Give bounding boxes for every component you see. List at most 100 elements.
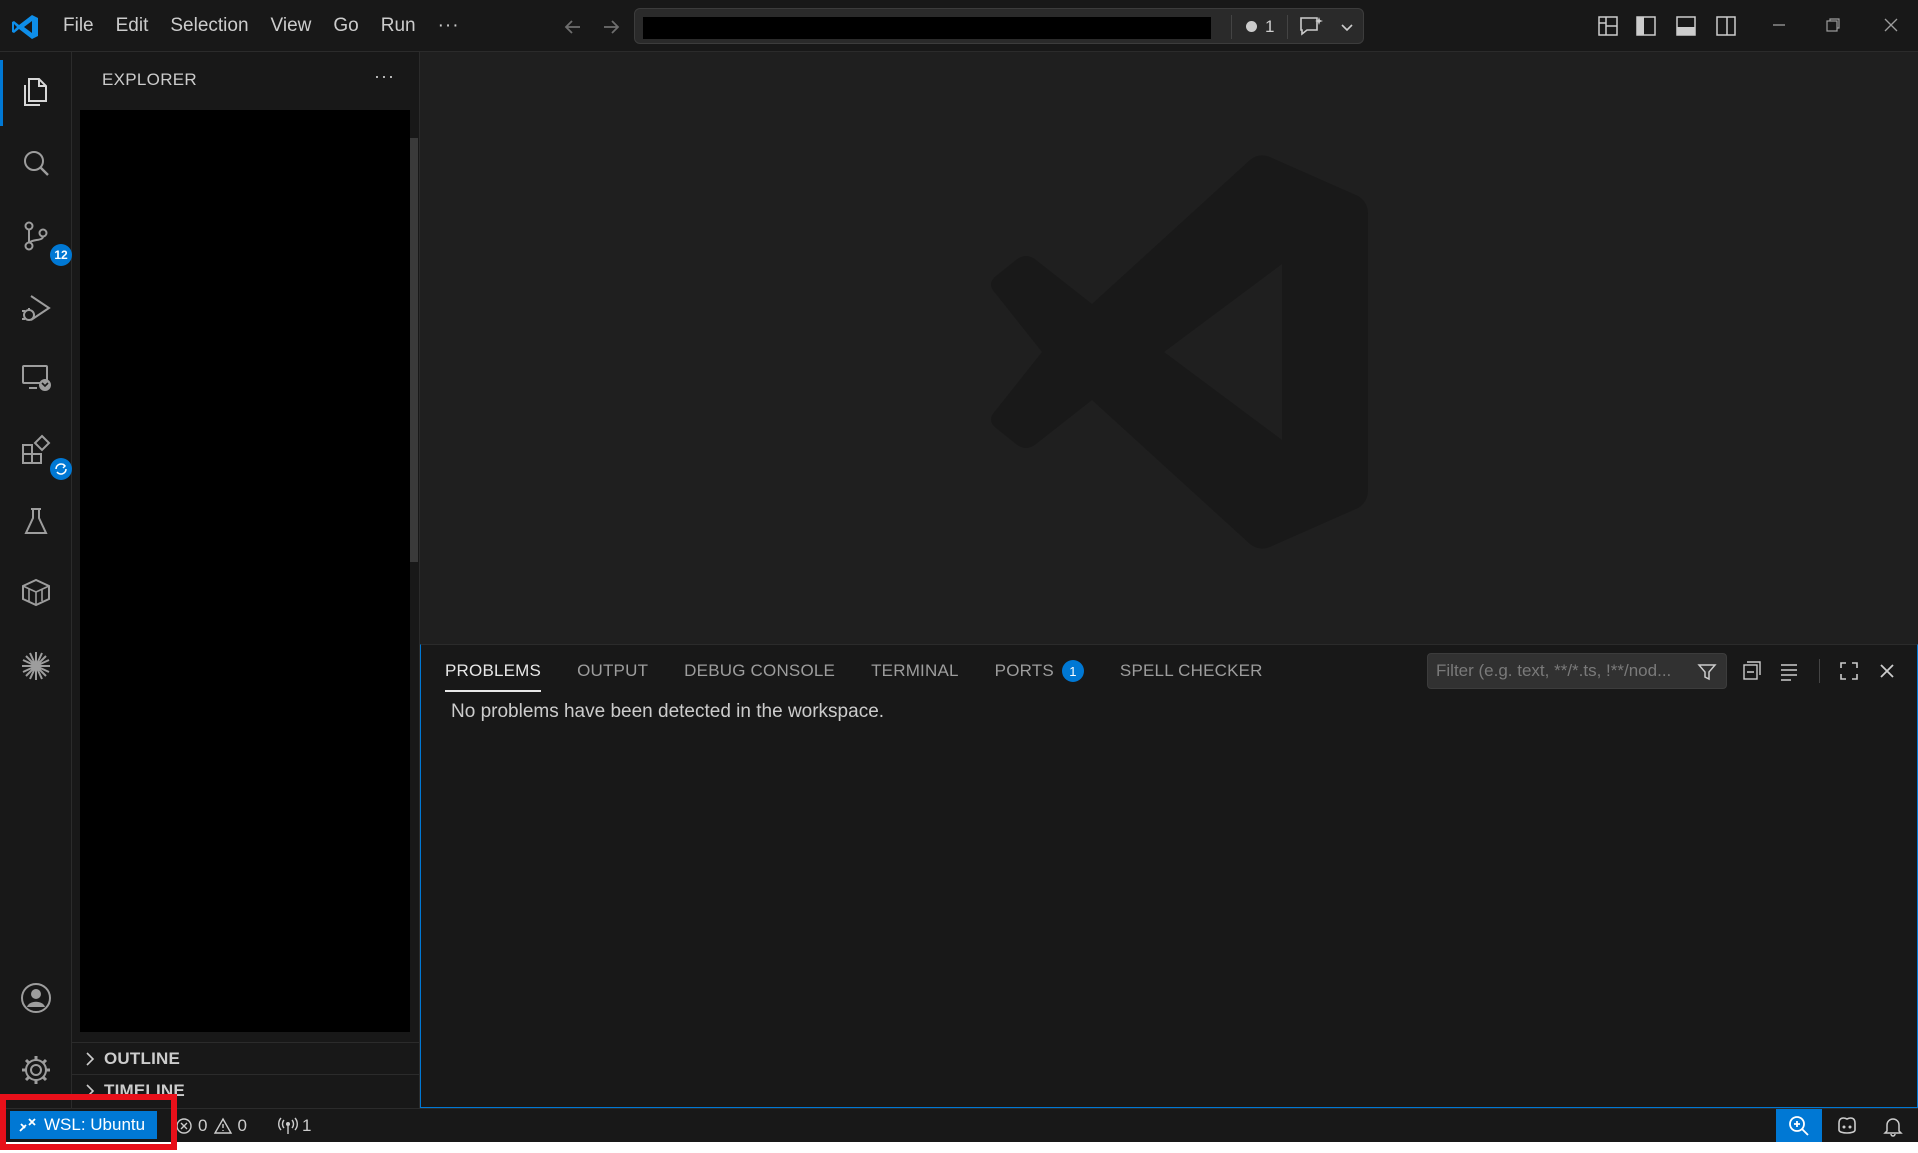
vscode-watermark-logo: [991, 155, 1368, 549]
error-icon: [176, 1118, 192, 1134]
sidebar-scrollbar[interactable]: [410, 138, 418, 562]
outline-section-header[interactable]: OUTLINE: [72, 1042, 420, 1074]
active-indicator: [0, 60, 3, 126]
copilot-icon[interactable]: [1834, 1114, 1860, 1138]
menu-go[interactable]: Go: [322, 9, 369, 43]
scm-count-badge: 12: [50, 244, 72, 266]
copilot-chat-icon[interactable]: [1297, 14, 1325, 40]
ai-assistant-activity[interactable]: [14, 644, 58, 688]
close-window-icon[interactable]: [1880, 14, 1902, 36]
panel-tab-bar: PROBLEMS OUTPUT DEBUG CONSOLE TERMINAL P…: [421, 645, 1299, 697]
problems-filter-input[interactable]: [1436, 660, 1686, 682]
problems-status[interactable]: 0 0: [174, 1113, 247, 1139]
tab-spell-checker[interactable]: SPELL CHECKER: [1120, 655, 1263, 687]
timeline-section-header[interactable]: TIMELINE: [72, 1074, 420, 1106]
status-bar: WSL: Ubuntu 0 0 1: [0, 1108, 1918, 1142]
explorer-sidebar: EXPLORER ··· OUTLINE TIMELINE: [72, 52, 420, 1108]
chevron-right-icon: [86, 1083, 95, 1098]
redacted-search-text: [643, 17, 1211, 39]
back-arrow-icon[interactable]: [560, 14, 586, 40]
testing-activity[interactable]: [14, 500, 58, 544]
filter-icon[interactable]: [1696, 661, 1718, 683]
remote-explorer-activity[interactable]: [14, 356, 58, 400]
account-icon: [21, 983, 51, 1013]
view-as-tree-icon[interactable]: [1777, 659, 1801, 683]
tab-ports-label: PORTS: [994, 661, 1054, 680]
divider: [1231, 15, 1232, 39]
tab-problems[interactable]: PROBLEMS: [445, 655, 542, 692]
run-debug-activity[interactable]: [14, 286, 58, 330]
run-debug-icon: [22, 295, 51, 321]
menu-file[interactable]: File: [52, 9, 105, 43]
forward-arrow-icon[interactable]: [598, 14, 624, 40]
remote-indicator-button[interactable]: WSL: Ubuntu: [10, 1111, 158, 1139]
zoom-status-button[interactable]: [1776, 1109, 1822, 1142]
forwarded-ports-status[interactable]: 1: [278, 1113, 311, 1139]
ports-count-badge: 1: [1061, 660, 1084, 682]
tab-output[interactable]: OUTPUT: [577, 655, 648, 687]
vscode-logo-icon: [12, 15, 38, 39]
unsaved-count: 1: [1265, 17, 1275, 36]
chevron-right-icon: [86, 1051, 95, 1066]
minimize-icon[interactable]: [1768, 14, 1790, 36]
toggle-primary-sidebar-icon[interactable]: [1634, 14, 1658, 38]
unsaved-dot-icon: [1246, 21, 1257, 32]
command-center[interactable]: 1: [634, 8, 1364, 44]
extensions-activity[interactable]: [14, 428, 72, 480]
outline-label: OUTLINE: [104, 1048, 181, 1068]
manage-activity[interactable]: [14, 1048, 58, 1092]
source-control-activity[interactable]: 12: [14, 214, 72, 266]
sidebar-title: EXPLORER: [102, 70, 197, 89]
extensions-sync-badge: [50, 458, 72, 480]
gear-icon: [22, 1056, 50, 1084]
broadcast-icon: [278, 1117, 298, 1134]
zoom-in-icon: [1789, 1116, 1809, 1136]
title-bar: File Edit Selection View Go Run ··· 1: [0, 0, 1918, 52]
maximize-panel-icon[interactable]: [1837, 659, 1861, 683]
explorer-more-actions-button[interactable]: ···: [374, 66, 395, 87]
toggle-panel-icon[interactable]: [1674, 14, 1698, 38]
sync-icon: [55, 463, 67, 475]
menu-more-button[interactable]: ···: [427, 9, 471, 43]
error-count: 0: [198, 1116, 208, 1135]
explorer-activity[interactable]: [14, 70, 58, 114]
accounts-activity[interactable]: [14, 976, 58, 1020]
package-box-icon: [22, 578, 50, 607]
redacted-file-tree[interactable]: [80, 110, 410, 1032]
tab-ports[interactable]: PORTS 1: [995, 654, 1084, 688]
menu-bar: File Edit Selection View Go Run ···: [52, 0, 471, 52]
divider: [1819, 659, 1820, 683]
restore-icon[interactable]: [1822, 14, 1844, 36]
search-activity[interactable]: [14, 142, 58, 186]
collapse-all-icon[interactable]: [1739, 659, 1763, 683]
menu-view[interactable]: View: [260, 9, 323, 43]
menu-edit[interactable]: Edit: [105, 9, 160, 43]
tab-terminal[interactable]: TERMINAL: [871, 655, 959, 687]
menu-selection[interactable]: Selection: [159, 9, 259, 43]
testing-flask-icon: [24, 508, 48, 534]
menu-run[interactable]: Run: [370, 9, 427, 43]
containers-activity[interactable]: [14, 570, 58, 614]
bottom-panel: PROBLEMS OUTPUT DEBUG CONSOLE TERMINAL P…: [420, 644, 1918, 1108]
remote-label: WSL: Ubuntu: [44, 1115, 146, 1134]
problems-empty-message: No problems have been detected in the wo…: [451, 701, 885, 722]
chevron-down-icon[interactable]: [1338, 18, 1356, 36]
toggle-secondary-sidebar-icon[interactable]: [1714, 14, 1738, 38]
bell-icon[interactable]: [1882, 1115, 1904, 1137]
warning-count: 0: [237, 1116, 247, 1135]
timeline-label: TIMELINE: [104, 1080, 185, 1100]
extensions-icon: [22, 434, 51, 464]
problems-filter: [1427, 653, 1727, 689]
vscode-window: File Edit Selection View Go Run ··· 1 12…: [0, 0, 1918, 1142]
customize-layout-icon[interactable]: [1596, 14, 1620, 38]
ports-count: 1: [302, 1116, 312, 1135]
divider: [1287, 15, 1288, 39]
source-control-icon: [24, 221, 48, 251]
activity-bar: 12: [0, 52, 72, 1108]
close-panel-icon[interactable]: [1875, 659, 1899, 683]
remote-explorer-icon: [22, 365, 51, 391]
search-icon: [24, 151, 49, 176]
tab-debug-console[interactable]: DEBUG CONSOLE: [684, 655, 835, 687]
editor-area[interactable]: [420, 52, 1918, 644]
warning-icon: [214, 1117, 233, 1134]
